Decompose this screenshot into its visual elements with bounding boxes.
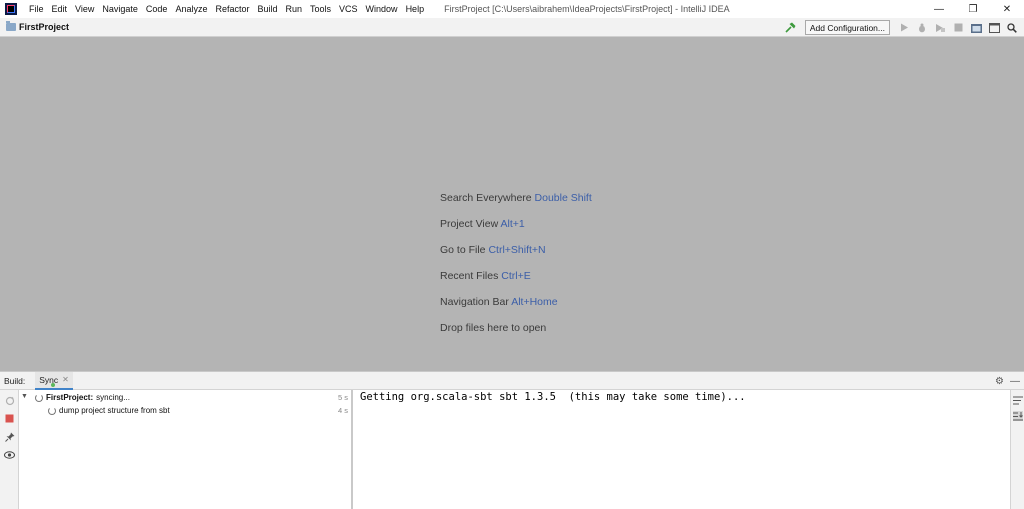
hint-label: Go to File (440, 244, 486, 256)
tree-item-name: FirstProject: (46, 393, 94, 402)
scroll-to-end-icon[interactable] (1013, 411, 1023, 421)
navigation-bar: FirstProject Add Configuration... (0, 18, 1024, 37)
project-folder-icon (6, 21, 16, 31)
project-structure-icon[interactable] (968, 20, 984, 36)
hint-shortcut: Ctrl+E (501, 270, 531, 282)
hint-search-everywhere: Search Everywhere Double Shift (440, 191, 592, 217)
project-breadcrumb-label: FirstProject (19, 22, 70, 32)
hint-shortcut: Alt+Home (511, 296, 558, 308)
menu-navigate[interactable]: Navigate (98, 0, 142, 18)
editor-area[interactable]: Search Everywhere Double Shift Project V… (0, 37, 1024, 370)
run-icon[interactable] (896, 20, 912, 36)
hint-label: Recent Files (440, 270, 499, 282)
menu-run[interactable]: Run (282, 0, 307, 18)
window-title: FirstProject [C:\Users\aibrahem\IdeaProj… (444, 4, 730, 14)
menu-window[interactable]: Window (362, 0, 402, 18)
hint-label: Project View (440, 218, 499, 230)
add-configuration-button[interactable]: Add Configuration... (804, 20, 890, 35)
coverage-icon[interactable] (932, 20, 948, 36)
hint-navigation-bar: Navigation Bar Alt+Home (440, 295, 592, 321)
eye-icon[interactable] (4, 449, 15, 460)
title-bar: File Edit View Navigate Code Analyze Ref… (0, 0, 1024, 18)
tab-sync-label: Sync (39, 374, 59, 385)
build-tree: ▼ FirstProject: syncing... 5 s dump proj… (19, 390, 351, 509)
gear-icon[interactable]: ⚙ (995, 376, 1004, 387)
build-tool-window-header: Build: Sync ✕ ⚙ — (0, 371, 1024, 390)
tree-item-time: 4 s (337, 406, 348, 415)
hint-go-to-file: Go to File Ctrl+Shift+N (440, 243, 592, 269)
menu-code[interactable]: Code (142, 0, 172, 18)
build-console[interactable]: Getting org.scala-sbt sbt 1.3.5 (this ma… (353, 390, 1010, 509)
tab-sync[interactable]: Sync ✕ (35, 371, 73, 390)
tree-row[interactable]: dump project structure from sbt 4 s (19, 404, 351, 417)
build-label: Build: (4, 375, 26, 386)
hint-label: Search Everywhere (440, 192, 532, 204)
tree-item-status: syncing... (96, 393, 130, 402)
close-window-button[interactable]: ✕ (990, 0, 1024, 18)
project-breadcrumb[interactable]: FirstProject (6, 21, 70, 32)
stop-icon[interactable] (950, 20, 966, 36)
empty-editor-hints: Search Everywhere Double Shift Project V… (440, 191, 592, 347)
hint-label: Drop files here to open (440, 322, 547, 334)
menu-view[interactable]: View (71, 0, 98, 18)
restore-window-button[interactable]: ❐ (956, 0, 990, 18)
close-icon[interactable]: ✕ (62, 375, 69, 384)
spinner-icon (35, 393, 43, 402)
console-output: Getting org.scala-sbt sbt 1.3.5 (this ma… (360, 391, 746, 403)
menu-edit[interactable]: Edit (48, 0, 72, 18)
ide-window: File Edit View Navigate Code Analyze Ref… (0, 0, 1024, 509)
menu-tools[interactable]: Tools (306, 0, 335, 18)
console-action-bar (1010, 390, 1024, 509)
intellij-logo-icon (5, 3, 17, 15)
minimize-icon[interactable]: — (1010, 376, 1020, 387)
menu-help[interactable]: Help (402, 0, 429, 18)
sync-status-dot (51, 382, 56, 387)
hint-label: Navigation Bar (440, 296, 509, 308)
debug-icon[interactable] (914, 20, 930, 36)
menu-refactor[interactable]: Refactor (211, 0, 253, 18)
build-action-bar (0, 390, 19, 509)
hint-project-view: Project View Alt+1 (440, 217, 592, 243)
hint-shortcut: Alt+1 (500, 218, 525, 230)
soft-wrap-icon[interactable] (1013, 395, 1023, 405)
window-controls: — ❐ ✕ (922, 0, 1024, 18)
menu-vcs[interactable]: VCS (335, 0, 362, 18)
chevron-down-icon[interactable]: ▼ (21, 393, 28, 400)
tree-item-name: dump project structure from sbt (59, 406, 170, 415)
menu-analyze[interactable]: Analyze (171, 0, 211, 18)
hammer-icon[interactable] (783, 20, 799, 36)
menu-file[interactable]: File (25, 0, 48, 18)
spinner-icon (48, 406, 56, 415)
menu-build[interactable]: Build (253, 0, 281, 18)
hint-recent-files: Recent Files Ctrl+E (440, 269, 592, 295)
minimize-window-button[interactable]: — (922, 0, 956, 18)
stop-icon[interactable] (4, 413, 15, 424)
hint-shortcut: Ctrl+Shift+N (488, 244, 546, 256)
search-icon[interactable] (1004, 20, 1020, 36)
sync-refresh-icon[interactable] (4, 395, 15, 406)
tree-item-time: 5 s (337, 393, 348, 402)
pin-icon[interactable] (4, 431, 15, 442)
hint-shortcut: Double Shift (534, 192, 592, 204)
toolbar: Add Configuration... (783, 18, 1020, 37)
build-header-actions: ⚙ — (995, 372, 1020, 390)
hint-drop-files: Drop files here to open (440, 321, 592, 347)
tree-row[interactable]: ▼ FirstProject: syncing... 5 s (19, 391, 351, 404)
frame-icon[interactable] (986, 20, 1002, 36)
